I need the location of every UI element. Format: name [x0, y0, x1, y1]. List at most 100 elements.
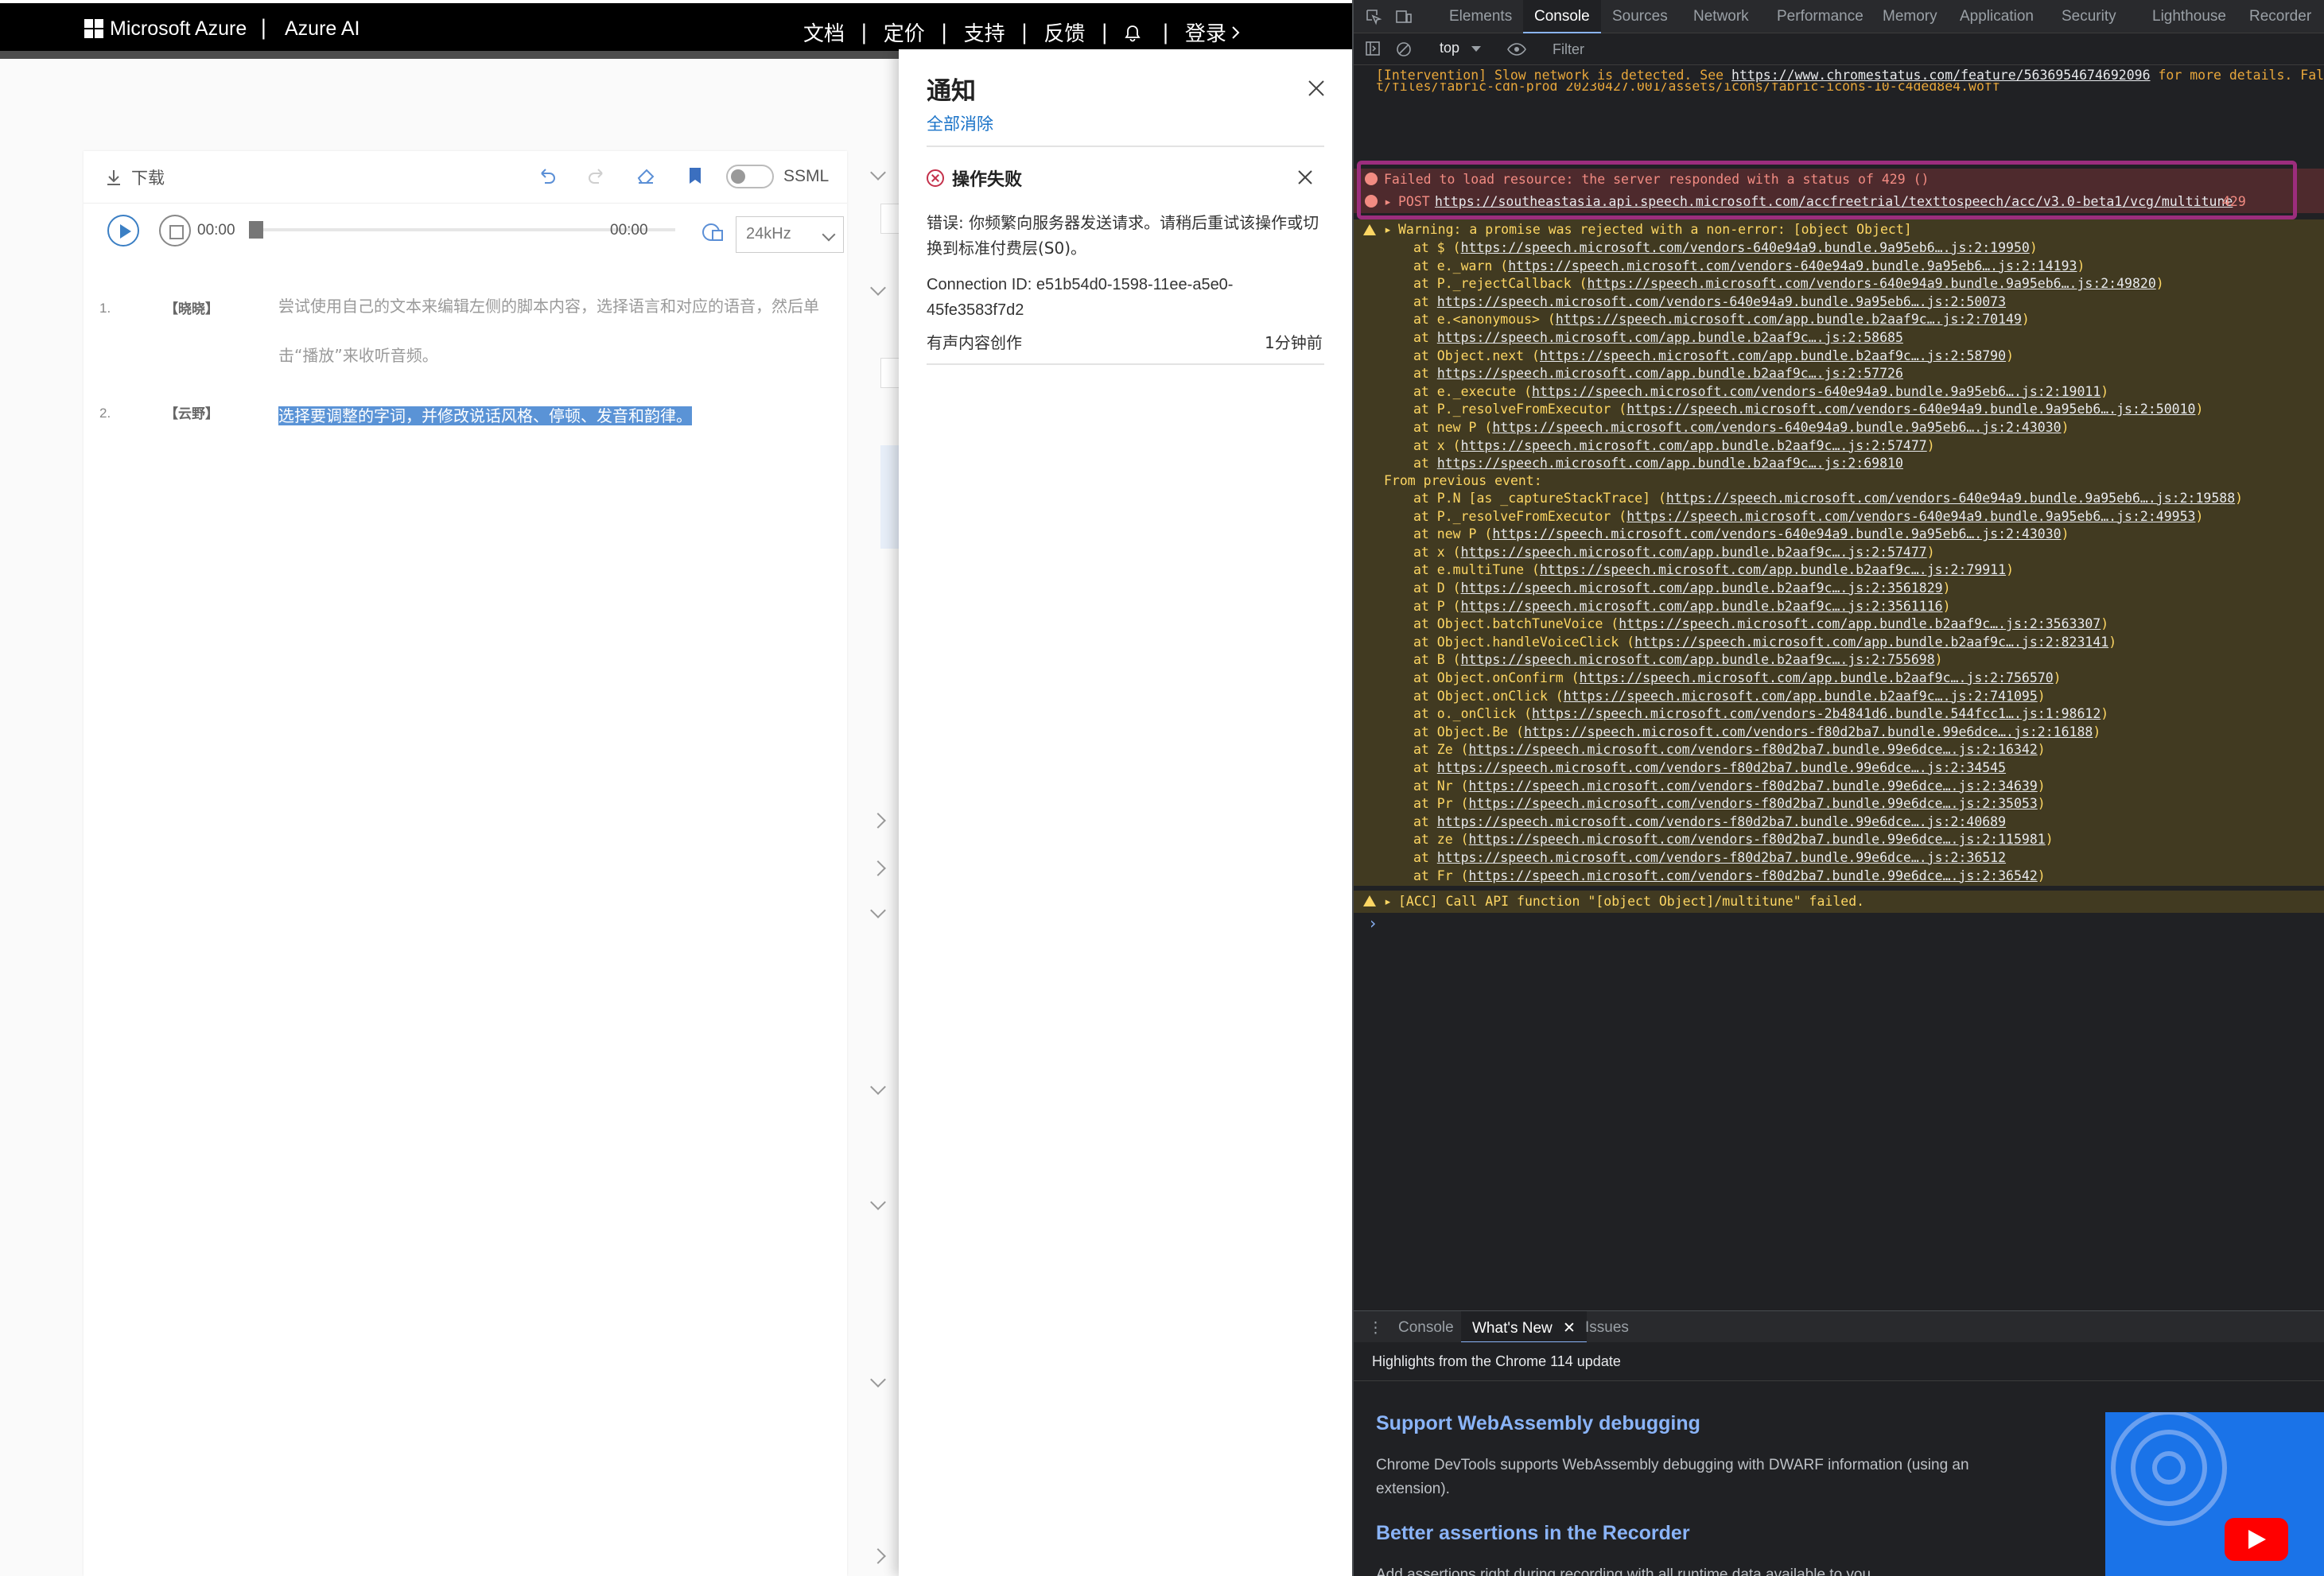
play-button[interactable]: [107, 215, 139, 246]
clear-all-link[interactable]: 全部消除: [927, 111, 993, 135]
eye-icon[interactable]: [1507, 41, 1526, 57]
stack-frame-link[interactable]: https://speech.microsoft.com/vendors-f80…: [1469, 796, 2038, 811]
tab-application[interactable]: Application: [1960, 8, 2034, 25]
stack-frame-link[interactable]: https://speech.microsoft.com/vendors-640…: [1492, 420, 2061, 435]
stack-frame-link[interactable]: https://speech.microsoft.com/app.bundle.…: [1540, 348, 2006, 363]
filter-input[interactable]: Filter: [1546, 37, 2324, 61]
video-thumbnail[interactable]: [2105, 1412, 2324, 1576]
tab-memory[interactable]: Memory: [1883, 8, 1937, 25]
chevron-down-icon[interactable]: [870, 165, 886, 181]
stack-frame-link[interactable]: https://speech.microsoft.com/app.bundle.…: [1540, 562, 2006, 577]
stack-frame-link[interactable]: https://speech.microsoft.com/app.bundle.…: [1461, 652, 1935, 667]
speaker-tag[interactable]: 【晓晓】: [165, 297, 219, 317]
bell-icon[interactable]: [1124, 24, 1141, 41]
script-line[interactable]: 1. 【晓晓】 尝试使用自己的文本来编辑左侧的脚本内容，选择语言和对应的语音，然…: [84, 286, 847, 406]
stack-frame-link[interactable]: https://speech.microsoft.com/vendors-f80…: [1437, 850, 2006, 865]
stack-frame-link[interactable]: https://speech.microsoft.com/vendors-f80…: [1437, 814, 2006, 829]
tab-network[interactable]: Network: [1693, 8, 1749, 25]
stack-frame-link[interactable]: https://speech.microsoft.com/vendors-f80…: [1524, 724, 2093, 739]
stack-frame-link[interactable]: https://speech.microsoft.com/app.bundle.…: [1619, 616, 2101, 631]
script-line[interactable]: 2. 【云野】 选择要调整的字词，并修改说话风格、停顿、发音和韵律。: [84, 406, 847, 453]
stop-button[interactable]: [159, 215, 191, 246]
close-icon[interactable]: [1296, 169, 1314, 186]
context-selector[interactable]: top: [1440, 40, 1459, 56]
feature-heading[interactable]: Better assertions in the Recorder: [1376, 1522, 1690, 1545]
download-button[interactable]: 下载: [106, 165, 165, 189]
expand-triangle-icon[interactable]: ▸: [1384, 893, 1392, 911]
drawer-tab-issues[interactable]: Issues: [1585, 1319, 1629, 1337]
selected-line-text[interactable]: 选择要调整的字词，并修改说话风格、停顿、发音和韵律。: [278, 406, 692, 425]
expand-triangle-icon[interactable]: ▸: [1384, 221, 1392, 239]
stack-frame-link[interactable]: https://speech.microsoft.com/app.bundle.…: [1580, 670, 2054, 685]
close-icon[interactable]: [1306, 78, 1327, 99]
stack-frame-link[interactable]: https://speech.microsoft.com/app.bundle.…: [1461, 580, 1943, 596]
tab-console[interactable]: Console: [1523, 0, 1601, 33]
chevron-right-icon[interactable]: [870, 813, 886, 829]
drawer-tab-whats-new[interactable]: What's New ✕: [1461, 1311, 1587, 1343]
microsoft-logo-icon[interactable]: [84, 19, 103, 38]
tab-sources[interactable]: Sources: [1612, 8, 1668, 25]
tab-performance[interactable]: Performance: [1777, 8, 1863, 25]
stack-frame-link[interactable]: https://speech.microsoft.com/app.bundle.…: [1461, 438, 1927, 453]
stack-frame-link[interactable]: https://speech.microsoft.com/app.bundle.…: [1556, 312, 2022, 327]
redo-icon[interactable]: [586, 165, 607, 186]
tab-lighthouse[interactable]: Lighthouse: [2152, 8, 2226, 25]
stack-frame-link[interactable]: https://speech.microsoft.com/app.bundle.…: [1437, 330, 1903, 345]
eraser-icon[interactable]: [635, 165, 656, 186]
chevron-right-icon[interactable]: [870, 1548, 886, 1564]
stack-frame-link[interactable]: https://speech.microsoft.com/vendors-640…: [1626, 509, 2195, 524]
chevron-down-icon[interactable]: [870, 280, 886, 296]
stack-frame-link[interactable]: https://speech.microsoft.com/vendors-640…: [1588, 276, 2156, 291]
sidebar-toggle-icon[interactable]: [1365, 41, 1382, 58]
chevron-down-icon[interactable]: [870, 1194, 886, 1210]
brand-name[interactable]: Microsoft Azure: [110, 17, 247, 41]
stack-frame-link[interactable]: https://speech.microsoft.com/vendors-640…: [1492, 526, 2061, 542]
bookmark-icon[interactable]: [685, 165, 705, 186]
inspect-element-icon[interactable]: [1365, 8, 1382, 25]
stack-frame-link[interactable]: https://speech.microsoft.com/app.bundle.…: [1634, 635, 2108, 650]
stack-frame-link[interactable]: https://speech.microsoft.com/app.bundle.…: [1461, 545, 1927, 560]
stack-frame-link[interactable]: https://speech.microsoft.com/app.bundle.…: [1437, 366, 1903, 381]
speaker-tag[interactable]: 【云野】: [165, 402, 219, 422]
drawer-menu-icon[interactable]: ⋮: [1368, 1319, 1383, 1337]
chevron-down-icon[interactable]: [870, 903, 886, 918]
stack-frame-link[interactable]: https://speech.microsoft.com/vendors-640…: [1626, 402, 2195, 417]
nav-link-pricing[interactable]: 定价: [884, 17, 925, 47]
console-link[interactable]: https://www.chromestatus.com/feature/563…: [1731, 68, 2151, 83]
stack-frame-link[interactable]: https://speech.microsoft.com/vendors-f80…: [1437, 760, 2006, 775]
undo-icon[interactable]: [537, 165, 558, 186]
youtube-play-icon[interactable]: [2225, 1518, 2288, 1561]
close-icon[interactable]: ✕: [1563, 1320, 1576, 1337]
stack-frame-link[interactable]: https://speech.microsoft.com/vendors-2b4…: [1532, 706, 2101, 721]
stack-frame-link[interactable]: https://speech.microsoft.com/vendors-f80…: [1469, 778, 2038, 794]
device-toolbar-icon[interactable]: [1395, 8, 1413, 25]
nav-link-support[interactable]: 支持: [964, 17, 1005, 47]
product-name[interactable]: Azure AI: [285, 17, 360, 41]
nav-link-docs[interactable]: 文档: [803, 17, 845, 47]
tab-recorder[interactable]: Recorder: [2249, 8, 2311, 25]
stack-frame-link[interactable]: https://speech.microsoft.com/vendors-f80…: [1469, 832, 2046, 847]
ssml-switch[interactable]: [726, 165, 774, 188]
stack-frame-link[interactable]: https://speech.microsoft.com/vendors-f80…: [1469, 742, 2038, 757]
login-link[interactable]: 登录: [1185, 17, 1241, 47]
chevron-down-icon[interactable]: [870, 1372, 886, 1388]
stack-frame-link[interactable]: https://speech.microsoft.com/app.bundle.…: [1437, 456, 1903, 471]
tab-elements[interactable]: Elements: [1449, 8, 1512, 25]
stack-frame-link[interactable]: https://speech.microsoft.com/vendors-640…: [1461, 240, 2030, 255]
line-text[interactable]: 尝试使用自己的文本来编辑左侧的脚本内容，选择语言和对应的语音，然后单击“播放”来…: [278, 281, 835, 380]
stack-frame-link[interactable]: https://speech.microsoft.com/vendors-640…: [1437, 294, 2006, 309]
chevron-down-icon[interactable]: [870, 1079, 886, 1095]
stack-frame-link[interactable]: https://speech.microsoft.com/vendors-640…: [1666, 491, 2235, 506]
progress-knob[interactable]: [249, 221, 263, 239]
nav-link-feedback[interactable]: 反馈: [1043, 17, 1085, 47]
stack-frame-link[interactable]: https://speech.microsoft.com/vendors-640…: [1532, 384, 2101, 399]
stack-frame-link[interactable]: https://speech.microsoft.com/vendors-640…: [1508, 258, 2077, 274]
tab-security[interactable]: Security: [2062, 8, 2116, 25]
stack-frame-link[interactable]: https://speech.microsoft.com/app.bundle.…: [1461, 599, 1943, 614]
chevron-right-icon[interactable]: [870, 860, 886, 876]
console-prompt[interactable]: ›: [1368, 914, 1378, 933]
drawer-tab-console[interactable]: Console: [1398, 1319, 1454, 1337]
feature-heading[interactable]: Support WebAssembly debugging: [1376, 1412, 1700, 1435]
dropdown-arrow-icon[interactable]: [1471, 46, 1481, 52]
sample-rate-select[interactable]: 24kHz: [736, 216, 844, 253]
